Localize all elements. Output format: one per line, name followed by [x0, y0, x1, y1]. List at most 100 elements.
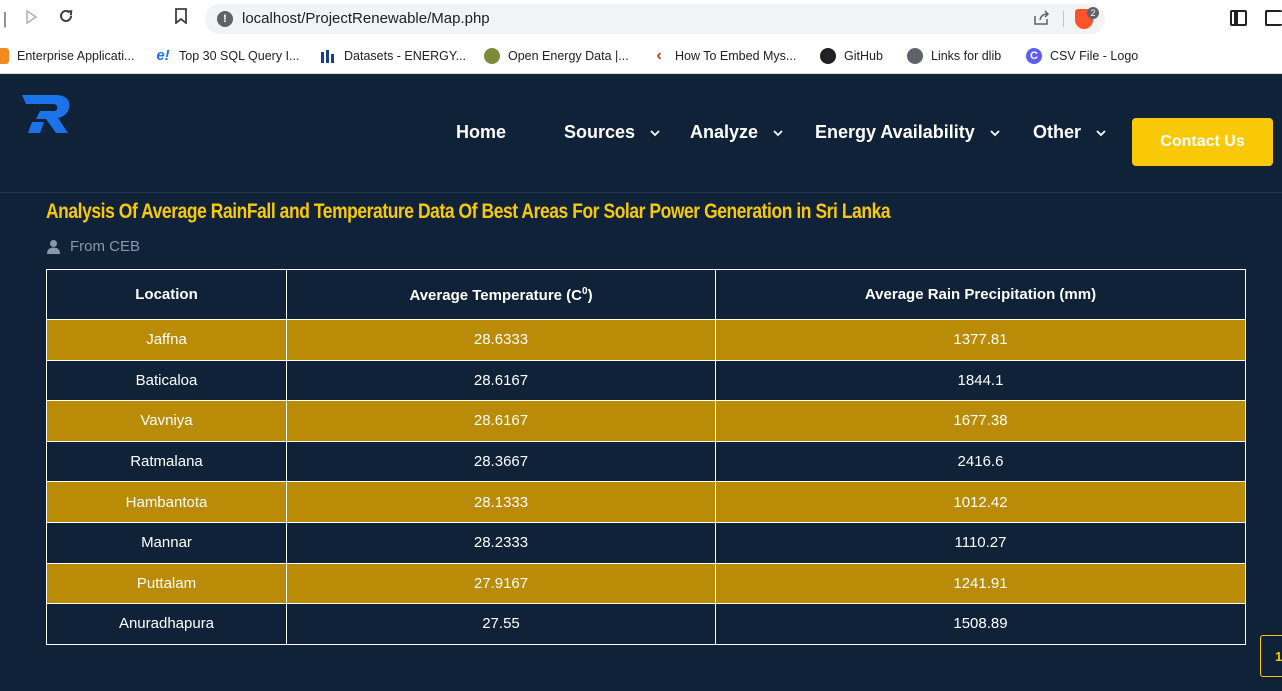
nav-other[interactable]: Other — [1033, 122, 1107, 143]
nav-home-label: Home — [456, 122, 507, 142]
site-logo[interactable] — [20, 89, 72, 139]
bookmark-item[interactable]: ‹ How To Embed Mys... — [651, 47, 796, 65]
brave-badge-count: 2 — [1087, 7, 1099, 19]
data-table: Location Average Temperature (C0) Averag… — [46, 269, 1246, 645]
address-bar[interactable]: ! localhost/ProjectRenewable/Map.php 2 — [205, 4, 1105, 34]
embed-icon: ‹ — [656, 47, 662, 64]
wallet-icon[interactable] — [1265, 10, 1282, 26]
user-icon — [47, 240, 60, 254]
cell-rain: 1241.91 — [715, 562, 1246, 605]
cell-rain: 1508.89 — [715, 603, 1246, 645]
cell-temperature: 28.6167 — [286, 359, 716, 402]
scroll-to-top-button[interactable]: 1 — [1260, 635, 1282, 677]
chevron-down-icon — [990, 129, 1000, 136]
nav-other-label: Other — [1033, 122, 1082, 142]
nav-sources-label: Sources — [564, 122, 636, 142]
enterprise-icon — [0, 48, 9, 64]
globe-icon — [907, 48, 923, 64]
cell-location: Anuradhapura — [46, 603, 287, 645]
cell-rain: 1110.27 — [715, 521, 1246, 564]
bookmark-item[interactable]: Open Energy Data |... — [484, 47, 629, 65]
temperature-header-text: Average Temperature (C — [409, 286, 582, 304]
column-header-temperature: Average Temperature (C0) — [286, 269, 716, 320]
forward-icon — [26, 9, 38, 25]
bookmark-label: Links for dlib — [931, 49, 1002, 63]
bookmark-label: Datasets - ENERGY... — [344, 49, 467, 63]
address-separator — [1063, 11, 1064, 27]
chevron-down-icon — [1096, 129, 1106, 136]
cell-location: Baticaloa — [46, 359, 287, 402]
bookmark-item[interactable]: Datasets - ENERGY... — [320, 47, 466, 65]
table-header-row: Location Average Temperature (C0) Averag… — [46, 269, 1246, 320]
table-row: Puttalam 27.9167 1241.91 — [46, 562, 1246, 605]
nav-analyze[interactable]: Analyze — [690, 122, 784, 143]
nav-analyze-label: Analyze — [690, 122, 759, 142]
bookmark-label: CSV File - Logo — [1050, 49, 1139, 63]
bookmark-label: How To Embed Mys... — [675, 49, 797, 63]
table-row: Hambantota 28.1333 1012.42 — [46, 481, 1246, 523]
cell-rain: 1012.42 — [715, 481, 1246, 523]
sidebar-toggle-icon[interactable] — [1230, 10, 1247, 26]
table-row: Baticaloa 28.6167 1844.1 — [46, 359, 1246, 402]
cell-rain: 2416.6 — [715, 440, 1246, 483]
table-row: Anuradhapura 27.55 1508.89 — [46, 603, 1246, 645]
nav-home[interactable]: Home — [456, 122, 506, 143]
address-url[interactable]: localhost/ProjectRenewable/Map.php — [242, 10, 490, 27]
column-header-location: Location — [46, 269, 287, 320]
bookmark-item[interactable]: Enterprise Applicati... — [0, 47, 134, 65]
canva-icon: C — [1026, 48, 1042, 64]
cell-rain: 1677.38 — [715, 400, 1246, 442]
cell-temperature: 27.9167 — [286, 562, 716, 605]
cell-location: Puttalam — [46, 562, 287, 605]
cell-temperature: 27.55 — [286, 603, 716, 645]
cell-location: Vavniya — [46, 400, 287, 442]
browser-toolbar: | ! localhost/ProjectRenewable/Map.php 2 — [0, 0, 1282, 38]
bookmark-item[interactable]: Links for dlib — [907, 47, 1001, 65]
github-icon — [820, 48, 836, 64]
cell-rain: 1844.1 — [715, 359, 1246, 402]
bookmark-item[interactable]: GitHub — [820, 47, 883, 65]
reload-button[interactable] — [55, 8, 77, 30]
chevron-down-icon — [650, 129, 660, 136]
contact-us-button[interactable]: Contact Us — [1132, 118, 1273, 166]
nav-energy-availability[interactable]: Energy Availability — [815, 122, 1001, 143]
cell-temperature: 28.3667 — [286, 440, 716, 483]
bookmark-item[interactable]: C CSV File - Logo — [1026, 47, 1138, 65]
back-button[interactable]: | — [0, 8, 16, 30]
cell-temperature: 28.6167 — [286, 400, 716, 442]
nav-energy-label: Energy Availability — [815, 122, 975, 142]
cell-temperature: 28.6333 — [286, 319, 716, 361]
edureka-icon: e! — [156, 47, 170, 64]
table-row: Jaffna 28.6333 1377.81 — [46, 319, 1246, 361]
cell-temperature: 28.2333 — [286, 521, 716, 564]
bookmark-label: GitHub — [844, 49, 883, 63]
bookmark-icon — [175, 8, 187, 25]
bookmark-item[interactable]: e! Top 30 SQL Query I... — [155, 47, 299, 65]
column-header-rain: Average Rain Precipitation (mm) — [715, 269, 1246, 320]
main-content: Analysis Of Average RainFall and Tempera… — [0, 194, 1282, 691]
bookmark-label: Top 30 SQL Query I... — [179, 49, 300, 63]
byline: From CEB — [46, 238, 140, 255]
forward-button[interactable] — [20, 8, 42, 30]
cell-location: Mannar — [46, 521, 287, 564]
datasets-icon — [320, 48, 336, 64]
site-info-icon[interactable]: ! — [217, 11, 233, 27]
open-energy-icon — [484, 48, 500, 64]
cell-location: Ratmalana — [46, 440, 287, 483]
cell-temperature: 28.1333 — [286, 481, 716, 523]
bookmark-label: Open Energy Data |... — [508, 49, 629, 63]
page-title: Analysis Of Average RainFall and Tempera… — [46, 200, 891, 223]
bookmarks-bar: Enterprise Applicati... e! Top 30 SQL Qu… — [0, 38, 1282, 74]
temperature-header-close: ) — [587, 286, 593, 304]
table-row: Ratmalana 28.3667 2416.6 — [46, 440, 1246, 483]
chevron-down-icon — [773, 129, 783, 136]
table-row: Vavniya 28.6167 1677.38 — [46, 400, 1246, 442]
byline-text: From CEB — [70, 238, 141, 255]
share-icon[interactable] — [1033, 10, 1051, 30]
nav-sources[interactable]: Sources — [564, 122, 661, 143]
cell-rain: 1377.81 — [715, 319, 1246, 361]
reload-icon — [60, 9, 73, 22]
bookmark-page-button[interactable] — [170, 8, 192, 30]
bookmark-label: Enterprise Applicati... — [17, 49, 135, 63]
table-row: Mannar 28.2333 1110.27 — [46, 521, 1246, 564]
